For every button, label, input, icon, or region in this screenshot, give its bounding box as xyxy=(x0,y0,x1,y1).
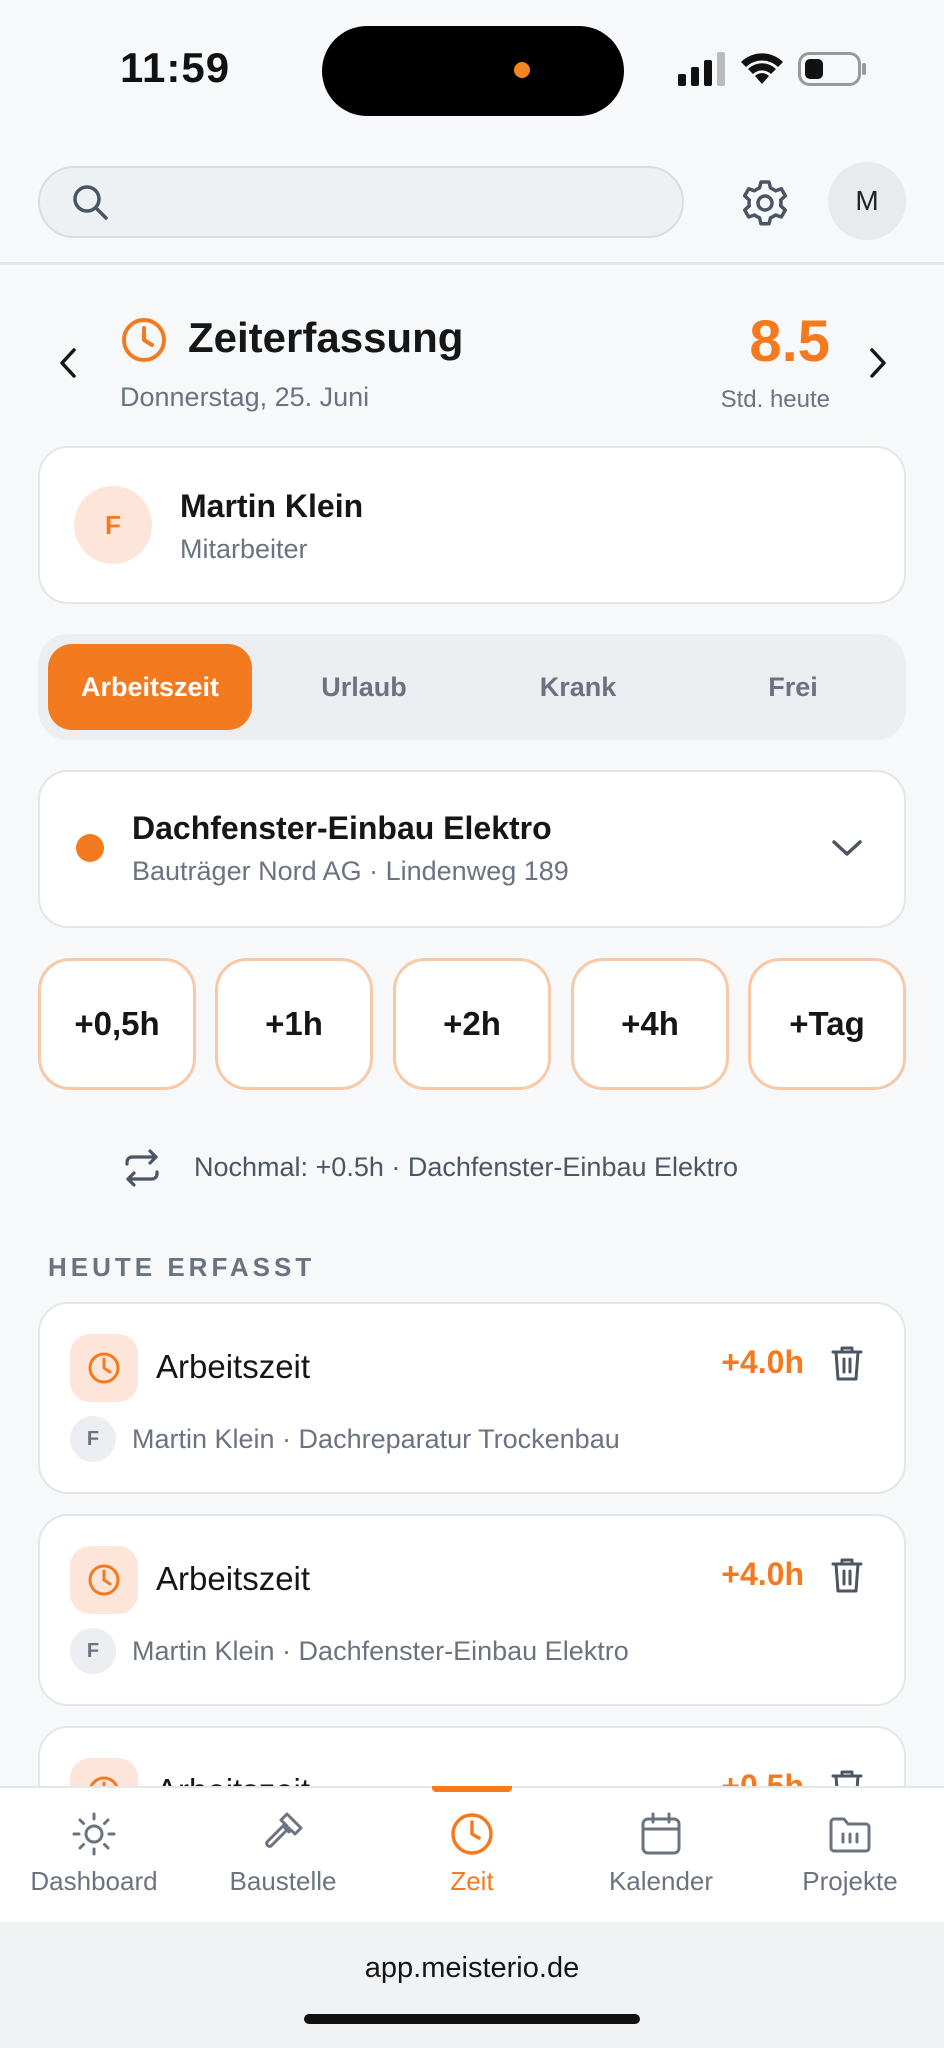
entry-hours: +4.0h xyxy=(721,1344,804,1380)
hammer-icon xyxy=(265,1812,303,1848)
calendar-icon xyxy=(641,1812,681,1855)
hours-today-label: Std. heute xyxy=(720,386,830,413)
clock-icon xyxy=(88,1564,120,1596)
active-tab-indicator xyxy=(432,1786,512,1792)
header-divider xyxy=(0,262,944,265)
nav-label: Kalender xyxy=(608,1866,714,1896)
battery-icon xyxy=(798,52,866,86)
tab-urlaub[interactable]: Urlaub xyxy=(262,644,466,730)
clock-icon xyxy=(88,1352,120,1384)
nav-item-dashboard[interactable]: Dashboard xyxy=(14,1810,174,1897)
chevron-left-icon[interactable] xyxy=(54,346,82,380)
nav-label: Baustelle xyxy=(229,1866,337,1896)
entry-hours: +4.0h xyxy=(721,1556,804,1592)
search-icon xyxy=(73,185,108,220)
page-title: Zeiterfassung xyxy=(188,314,464,361)
nav-item-zeit[interactable]: Zeit xyxy=(392,1810,552,1897)
tab-frei[interactable]: Frei xyxy=(690,644,896,730)
gear-icon[interactable] xyxy=(740,178,790,228)
trash-icon[interactable] xyxy=(830,1344,864,1382)
user-avatar[interactable]: M xyxy=(828,162,906,240)
clock-icon xyxy=(451,1813,493,1855)
chevron-right-icon[interactable] xyxy=(864,346,892,380)
nav-label: Zeit xyxy=(450,1866,494,1896)
quick-add-half-hour-button[interactable]: +0,5h xyxy=(38,958,196,1090)
hours-today-value: 8.5 xyxy=(749,309,830,374)
nav-item-baustelle[interactable]: Baustelle xyxy=(203,1810,363,1897)
project-name: Dachfenster-Einbau Elektro xyxy=(132,810,552,846)
tab-krank[interactable]: Krank xyxy=(476,644,680,730)
search-input[interactable] xyxy=(38,166,684,238)
entry-meta: Martin Klein · Dachfenster-Einbau Elektr… xyxy=(132,1636,629,1666)
project-selector[interactable] xyxy=(38,770,906,928)
nav-item-kalender[interactable]: Kalender xyxy=(581,1810,741,1897)
nav-label: Projekte xyxy=(802,1866,898,1896)
page-date: Donnerstag, 25. Juni xyxy=(120,382,370,412)
project-subtitle: Bauträger Nord AG · Lindenweg 189 xyxy=(132,856,569,886)
entry-type-badge xyxy=(70,1546,138,1614)
quick-add-day-button[interactable]: +Tag xyxy=(748,958,906,1090)
project-status-dot xyxy=(76,834,104,862)
quick-add-1h-button[interactable]: +1h xyxy=(215,958,373,1090)
time-entry-card[interactable] xyxy=(38,1514,906,1706)
url-text[interactable]: app.meisterio.de xyxy=(0,1952,944,1985)
sun-icon xyxy=(72,1812,116,1856)
folder-icon xyxy=(829,1817,871,1853)
entry-meta: Martin Klein · Dachreparatur Trockenbau xyxy=(132,1424,620,1454)
time-entry-card[interactable] xyxy=(38,1302,906,1494)
entry-user-avatar: F xyxy=(70,1628,116,1674)
repeat-last-entry[interactable]: Nochmal: +0.5h · Dachfenster-Einbau Elek… xyxy=(194,1152,738,1183)
browser-url-bar[interactable] xyxy=(0,1922,944,2048)
clock-icon xyxy=(122,318,166,362)
employee-role: Mitarbeiter xyxy=(180,534,308,564)
tab-arbeitszeit[interactable]: Arbeitszeit xyxy=(48,644,252,730)
quick-add-4h-button[interactable]: +4h xyxy=(571,958,729,1090)
wifi-icon xyxy=(741,53,783,84)
employee-avatar: F xyxy=(74,486,152,564)
section-title: HEUTE ERFASST xyxy=(48,1252,316,1282)
repeat-icon[interactable] xyxy=(122,1148,162,1188)
chevron-down-icon[interactable] xyxy=(830,836,864,860)
cellular-signal-icon xyxy=(678,52,725,86)
employee-card[interactable] xyxy=(38,446,906,604)
recording-dot-icon xyxy=(514,62,530,78)
employee-name: Martin Klein xyxy=(180,488,364,524)
entry-type-label: Arbeitszeit xyxy=(156,1560,311,1597)
entry-type-label: Arbeitszeit xyxy=(156,1348,311,1385)
entry-user-avatar: F xyxy=(70,1416,116,1462)
entry-type-badge xyxy=(70,1334,138,1402)
nav-label: Dashboard xyxy=(30,1866,158,1896)
dynamic-island xyxy=(322,26,624,116)
status-time: 11:59 xyxy=(120,44,231,91)
quick-add-2h-button[interactable]: +2h xyxy=(393,958,551,1090)
nav-item-projekte[interactable]: Projekte xyxy=(770,1810,930,1897)
trash-icon[interactable] xyxy=(830,1556,864,1594)
home-indicator[interactable] xyxy=(304,2014,640,2024)
